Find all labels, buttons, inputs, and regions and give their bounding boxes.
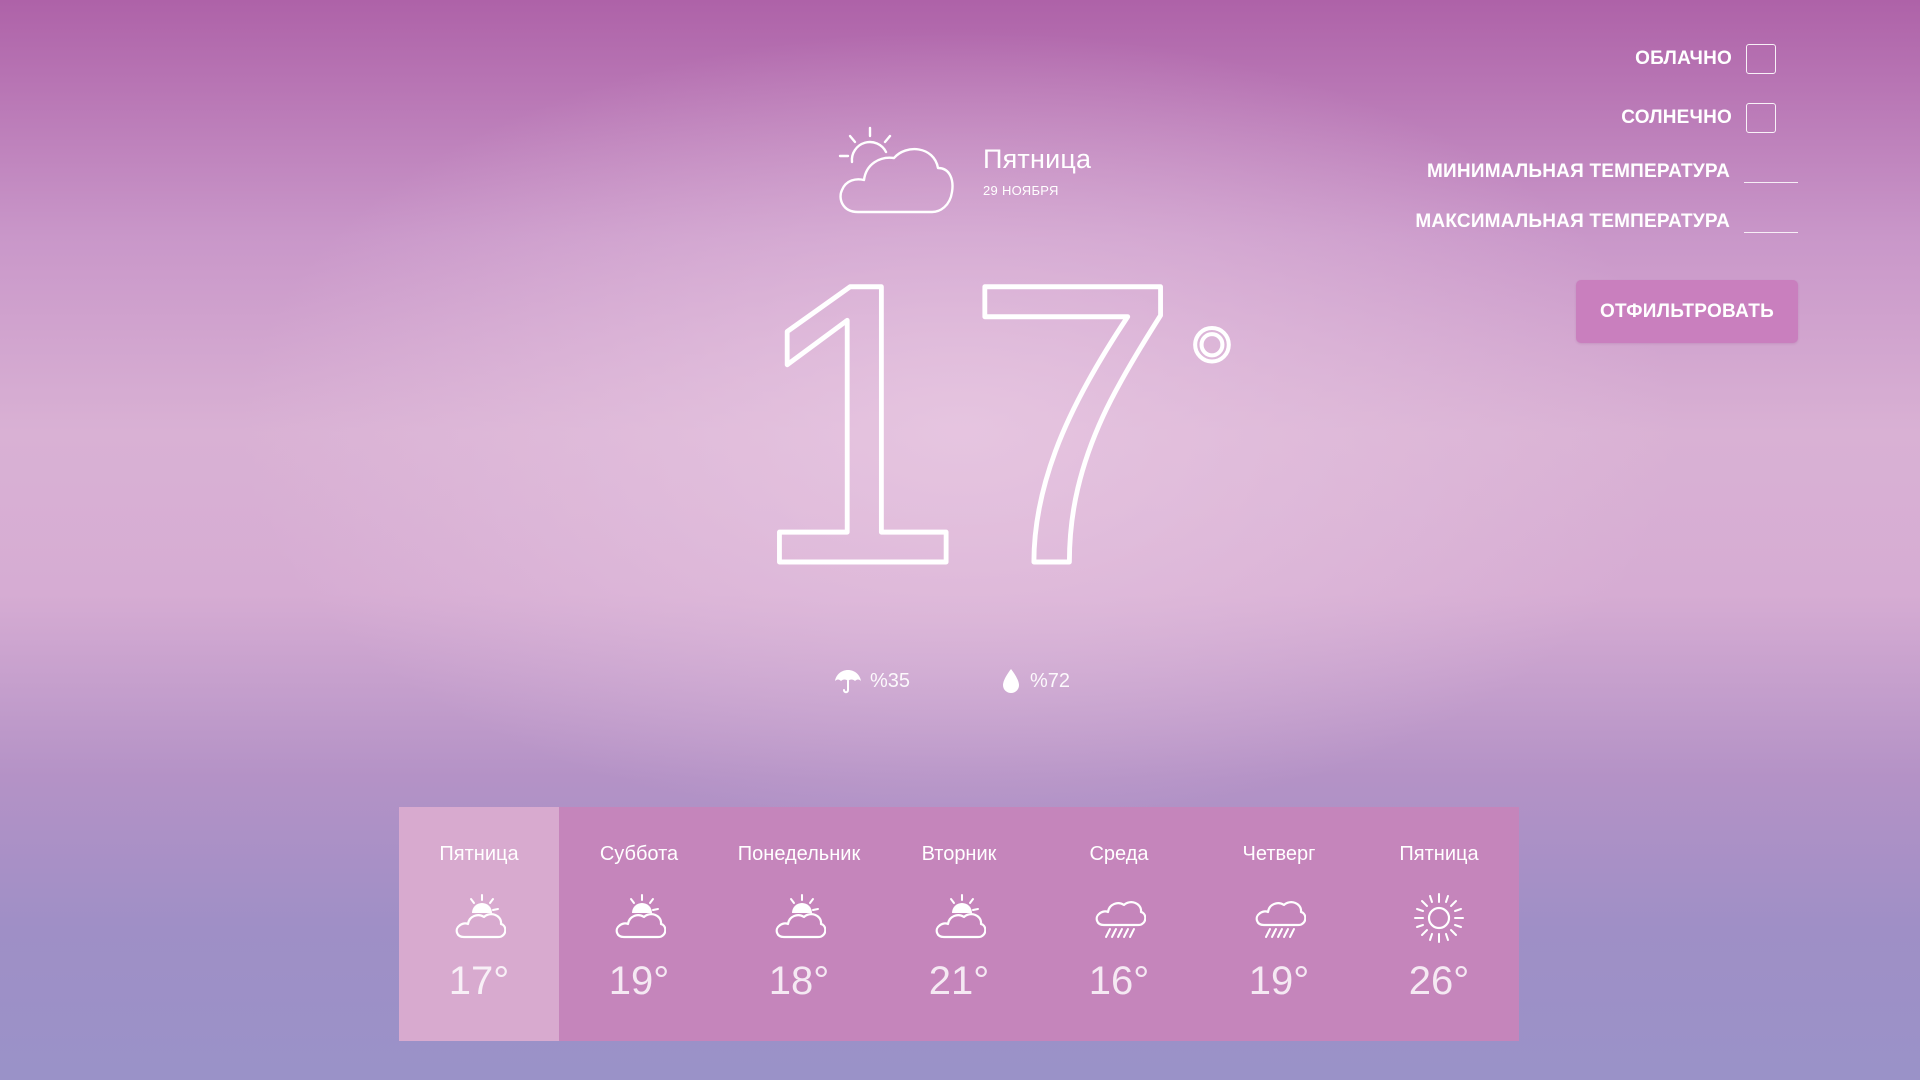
max-temp-label: МАКСИМАЛЬНАЯ ТЕМПЕРАТУРА — [1415, 210, 1730, 232]
forecast-day-name: Четверг — [1242, 843, 1316, 865]
filter-button[interactable]: ОТФИЛЬТРОВАТЬ — [1576, 280, 1798, 343]
filter-sunny: СОЛНЕЧНО — [1621, 103, 1776, 133]
forecast-day-card[interactable]: Четверг 19° — [1199, 807, 1359, 1041]
current-weather-header: Пятница 29 НОЯБРЯ — [836, 122, 1166, 222]
partly-cloudy-icon — [838, 126, 954, 214]
forecast-day-temp: 18° — [768, 959, 830, 1003]
filter-min-temp: МИНИМАЛЬНАЯ ТЕМПЕРАТУРА — [1427, 160, 1798, 183]
forecast-icon-slot — [772, 891, 827, 945]
forecast-day-card[interactable]: Понедельник 18° — [719, 807, 879, 1041]
min-temp-label: МИНИМАЛЬНАЯ ТЕМПЕРАТУРА — [1427, 160, 1730, 182]
forecast-day-card[interactable]: Суббота 19° — [559, 807, 719, 1041]
forecast-day-temp: 19° — [1248, 959, 1310, 1003]
current-date: 29 НОЯБРЯ — [983, 183, 1059, 198]
current-day: Пятница — [983, 144, 1092, 174]
max-temp-input[interactable] — [1744, 210, 1798, 233]
sunny-label: СОЛНЕЧНО — [1621, 107, 1732, 128]
current-temperature: 17 ° — [748, 198, 1260, 650]
forecast-day-name: Среда — [1089, 843, 1149, 865]
cloudy-label: ОБЛАЧНО — [1635, 48, 1732, 69]
forecast-day-name: Понедельник — [737, 843, 861, 865]
forecast-day-temp: 21° — [928, 959, 990, 1003]
forecast-day-card[interactable]: Пятница 26° — [1359, 807, 1519, 1041]
forecast-icon-slot — [452, 891, 507, 945]
precipitation-stat: %35 — [834, 666, 910, 696]
sun-icon — [1414, 893, 1464, 943]
min-temp-input[interactable] — [1744, 160, 1798, 183]
forecast-day-temp: 19° — [608, 959, 670, 1003]
partly-cloudy-icon — [775, 894, 827, 939]
partly-cloudy-icon — [455, 894, 507, 939]
current-temperature-value: 17 — [760, 270, 1180, 590]
forecast-icon-slot — [1412, 891, 1466, 945]
forecast-icon-slot — [1092, 891, 1147, 945]
forecast-icon-slot — [932, 891, 987, 945]
partly-cloudy-icon — [935, 894, 987, 939]
forecast-day-name: Вторник — [921, 843, 997, 865]
forecast-strip: Пятница 17° Суббота 19° Понедельник 18° … — [399, 807, 1519, 1041]
forecast-day-card[interactable]: Вторник 21° — [879, 807, 1039, 1041]
forecast-day-temp: 16° — [1088, 959, 1150, 1003]
filter-panel: ОБЛАЧНО СОЛНЕЧНО МИНИМАЛЬНАЯ ТЕМПЕРАТУРА… — [1400, 0, 1920, 360]
forecast-icon-slot — [1252, 891, 1307, 945]
rain-cloud-icon — [1095, 901, 1147, 938]
precipitation-value: %35 — [870, 669, 911, 692]
forecast-day-name: Суббота — [599, 843, 679, 865]
forecast-day-card[interactable]: Среда 16° — [1039, 807, 1199, 1041]
forecast-day-name: Пятница — [439, 843, 519, 865]
forecast-icon-slot — [612, 891, 667, 945]
forecast-day-card[interactable]: Пятница 17° — [399, 807, 559, 1041]
degree-symbol: ° — [1188, 304, 1236, 438]
filter-cloudy: ОБЛАЧНО — [1635, 44, 1776, 74]
sunny-checkbox[interactable] — [1746, 103, 1776, 133]
partly-cloudy-icon — [615, 894, 667, 939]
forecast-day-temp: 17° — [448, 959, 510, 1003]
rain-cloud-icon — [1255, 901, 1307, 938]
forecast-day-temp: 26° — [1408, 959, 1470, 1003]
cloudy-checkbox[interactable] — [1746, 44, 1776, 74]
forecast-day-name: Пятница — [1399, 843, 1479, 865]
water-drop-icon — [1003, 669, 1019, 693]
humidity-value: %72 — [1030, 669, 1071, 692]
umbrella-icon — [835, 670, 861, 694]
humidity-stat: %72 — [1000, 666, 1070, 696]
filter-max-temp: МАКСИМАЛЬНАЯ ТЕМПЕРАТУРА — [1415, 210, 1798, 233]
